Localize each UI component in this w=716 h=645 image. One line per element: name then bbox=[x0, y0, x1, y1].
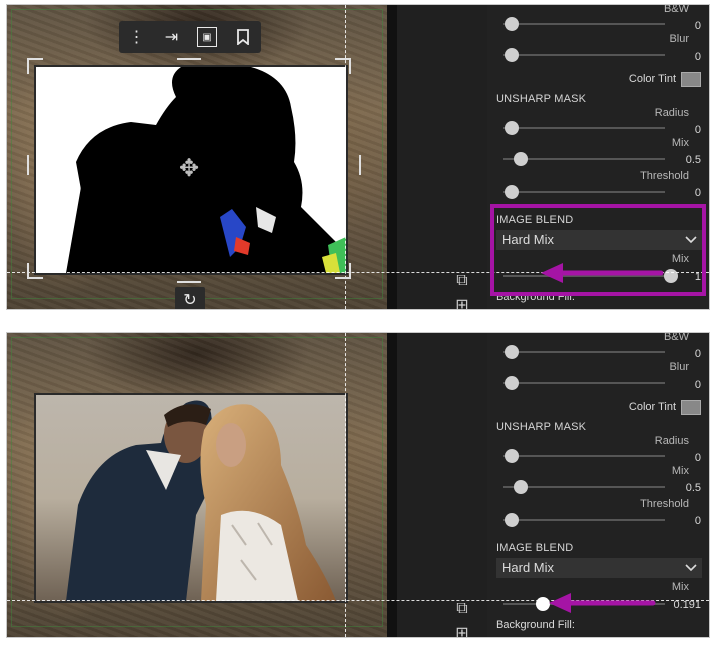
threshold-label: Threshold bbox=[640, 498, 689, 510]
bw-label: B&W bbox=[663, 5, 689, 15]
duplicate-layer-icon[interactable]: ⧉ bbox=[453, 600, 471, 618]
blur-slider-knob[interactable] bbox=[505, 376, 519, 390]
color-tint-label: Color Tint bbox=[628, 401, 676, 413]
bw-slider-track[interactable] bbox=[503, 23, 665, 25]
duplicate-layer-icon[interactable]: ⧉ bbox=[453, 272, 471, 290]
panel-divider bbox=[387, 333, 397, 637]
blur-label: Blur bbox=[669, 33, 689, 45]
unsharp-mix-label: Mix bbox=[671, 137, 689, 149]
arrow-annotation bbox=[541, 263, 664, 283]
blend-mix-label: Mix bbox=[671, 581, 689, 593]
panel-divider bbox=[387, 5, 397, 309]
threshold-slider-knob[interactable] bbox=[505, 185, 519, 199]
image-blend-title: IMAGE BLEND bbox=[496, 542, 574, 554]
bw-value: 0 bbox=[694, 20, 701, 32]
add-layer-icon[interactable]: ⊞ bbox=[453, 297, 471, 309]
radius-value: 0 bbox=[694, 452, 701, 464]
background-fill-label: Background Fill: bbox=[496, 619, 575, 631]
color-tint-swatch[interactable] bbox=[681, 72, 701, 87]
blur-value: 0 bbox=[694, 379, 701, 391]
radius-slider-knob[interactable] bbox=[505, 449, 519, 463]
floating-toolbar: ⋮ ⇥ ▣ bbox=[119, 21, 261, 53]
unsharp-mask-title: UNSHARP MASK bbox=[496, 93, 587, 105]
blend-mode-select[interactable]: Hard Mix bbox=[496, 558, 702, 578]
threshold-value: 0 bbox=[694, 515, 701, 527]
move-icon[interactable]: ✥ bbox=[175, 155, 203, 183]
resize-handle-top-right[interactable] bbox=[335, 58, 351, 74]
bw-slider-knob[interactable] bbox=[505, 345, 519, 359]
blur-slider-track[interactable] bbox=[503, 382, 665, 384]
blur-label: Blur bbox=[669, 361, 689, 373]
screenshot-frame: ✥ ⋮ ⇥ ▣ ↻ ⧉ ⊞ B&W 0 Blur 0 Color Tint UN… bbox=[0, 0, 716, 645]
resize-handle-right[interactable] bbox=[345, 155, 361, 175]
blur-slider-track[interactable] bbox=[503, 54, 665, 56]
resize-handle-bottom[interactable] bbox=[177, 267, 201, 283]
layer-rail bbox=[397, 5, 487, 309]
resize-handle-bottom-right[interactable] bbox=[335, 263, 351, 279]
fit-frame-icon[interactable]: ▣ bbox=[197, 27, 217, 47]
color-tint-label: Color Tint bbox=[628, 73, 676, 85]
blended-photo[interactable] bbox=[34, 393, 348, 603]
unsharp-mask-title: UNSHARP MASK bbox=[496, 421, 587, 433]
compare-icon[interactable]: ⇥ bbox=[154, 21, 189, 53]
resize-handle-left[interactable] bbox=[27, 155, 43, 175]
unsharp-mix-value: 0.5 bbox=[685, 154, 701, 166]
threshold-slider-track[interactable] bbox=[503, 519, 665, 521]
couple-photo bbox=[36, 395, 346, 601]
bw-label: B&W bbox=[663, 333, 689, 343]
bw-value: 0 bbox=[694, 348, 701, 360]
threshold-label: Threshold bbox=[640, 170, 689, 182]
color-tint-swatch[interactable] bbox=[681, 400, 701, 415]
resize-handle-bottom-left[interactable] bbox=[27, 263, 43, 279]
radius-slider-track[interactable] bbox=[503, 127, 665, 129]
vertical-guide bbox=[345, 333, 346, 637]
blur-slider-knob[interactable] bbox=[505, 48, 519, 62]
blend-mode-value: Hard Mix bbox=[502, 560, 555, 575]
unsharp-mix-label: Mix bbox=[671, 465, 689, 477]
blur-value: 0 bbox=[694, 51, 701, 63]
radius-slider-track[interactable] bbox=[503, 455, 665, 457]
layer-rail bbox=[397, 333, 487, 637]
resize-handle-top[interactable] bbox=[177, 58, 201, 74]
radius-value: 0 bbox=[694, 124, 701, 136]
rotate-icon[interactable]: ↻ bbox=[175, 287, 205, 309]
threshold-slider-knob[interactable] bbox=[505, 513, 519, 527]
threshold-slider-track[interactable] bbox=[503, 191, 665, 193]
more-vertical-icon[interactable]: ⋮ bbox=[119, 21, 154, 53]
bookmark-icon[interactable] bbox=[225, 21, 260, 53]
radius-slider-knob[interactable] bbox=[505, 121, 519, 135]
radius-label: Radius bbox=[654, 435, 689, 447]
arrow-annotation bbox=[549, 593, 656, 613]
threshold-value: 0 bbox=[694, 187, 701, 199]
add-layer-icon[interactable]: ⊞ bbox=[453, 625, 471, 637]
bw-slider-track[interactable] bbox=[503, 351, 665, 353]
radius-label: Radius bbox=[654, 107, 689, 119]
bw-slider-knob[interactable] bbox=[505, 17, 519, 31]
unsharp-mix-value: 0.5 bbox=[685, 482, 701, 494]
unsharp-mix-slider-knob[interactable] bbox=[514, 480, 528, 494]
unsharp-mix-slider-knob[interactable] bbox=[514, 152, 528, 166]
editor-panel-before: ✥ ⋮ ⇥ ▣ ↻ ⧉ ⊞ B&W 0 Blur 0 Color Tint UN… bbox=[7, 5, 709, 309]
editor-panel-after: ⧉ ⊞ B&W 0 Blur 0 Color Tint UNSHARP MASK… bbox=[7, 333, 709, 637]
resize-handle-top-left[interactable] bbox=[27, 58, 43, 74]
